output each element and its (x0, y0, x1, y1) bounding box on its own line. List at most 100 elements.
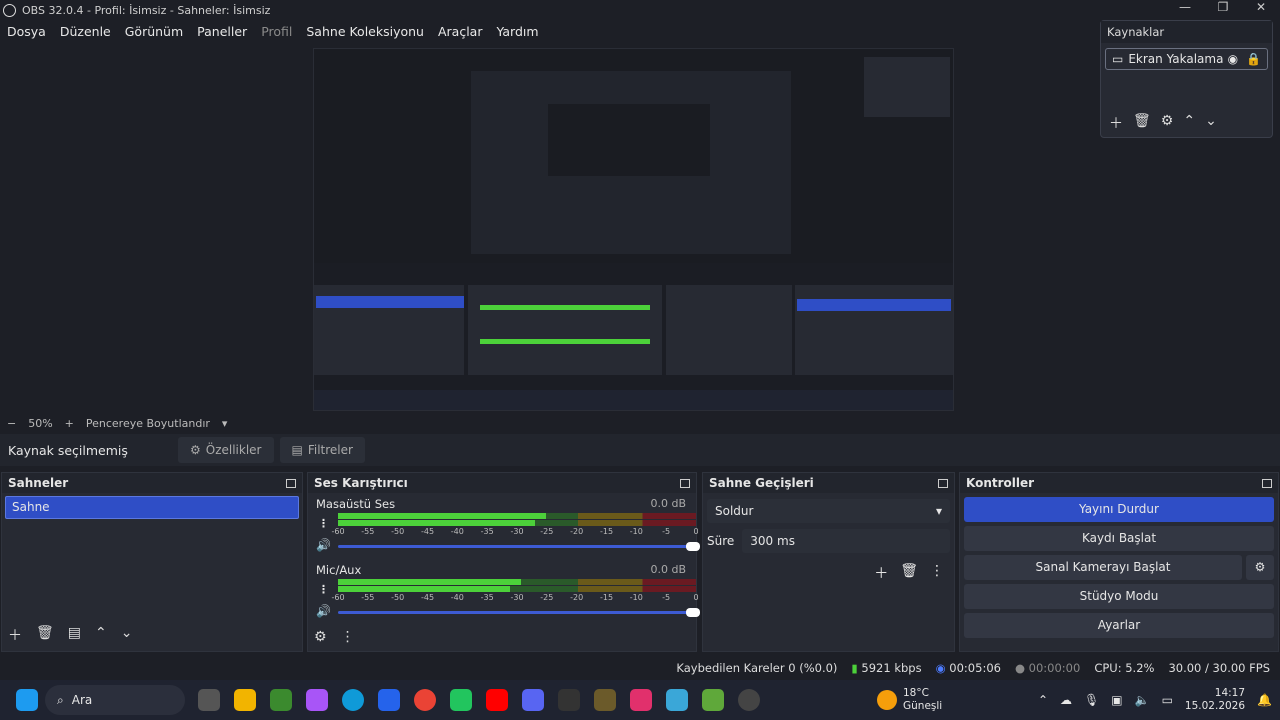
level-meter (338, 586, 696, 592)
undock-icon[interactable] (938, 478, 948, 488)
visibility-eye-icon[interactable]: ◉ (1228, 52, 1238, 66)
chevron-down-icon[interactable]: ▾ (222, 417, 228, 430)
task-view-icon[interactable] (198, 689, 220, 711)
close-button[interactable]: ✕ (1242, 0, 1280, 14)
kick-icon[interactable] (450, 689, 472, 711)
minimize-button[interactable]: — (1166, 0, 1204, 14)
scene-transitions-dock: Sahne Geçişleri Soldur ▾ Süre 300 ms ＋ 🗑 ⋮ (702, 472, 955, 652)
speaker-icon[interactable]: 🔊 (316, 604, 331, 618)
network-icon[interactable]: ▣ (1111, 693, 1122, 707)
maximize-button[interactable]: ❐ (1204, 0, 1242, 14)
move-down-icon[interactable]: ⌄ (1205, 113, 1217, 133)
menu-scene-collection[interactable]: Sahne Koleksiyonu (306, 24, 424, 39)
move-down-icon[interactable]: ⌄ (121, 625, 133, 645)
preview-canvas[interactable] (313, 48, 954, 411)
start-recording-button[interactable]: Kaydı Başlat (964, 526, 1274, 551)
duration-input[interactable]: 300 ms (742, 529, 950, 553)
start-virtual-camera-button[interactable]: Sanal Kamerayı Başlat (964, 555, 1242, 580)
scale-tick-label: -30 (510, 527, 524, 536)
source-settings-gear-icon[interactable]: ⚙ (1161, 113, 1174, 133)
chrome-icon[interactable] (414, 689, 436, 711)
terminal-icon[interactable] (558, 689, 580, 711)
menu-profile[interactable]: Profil (261, 24, 292, 39)
taskbar-search[interactable]: ⌕ Ara (45, 685, 185, 715)
undock-icon[interactable] (680, 478, 690, 488)
channel-menu-icon[interactable]: ⋮ (318, 583, 329, 596)
windows-start-icon[interactable] (16, 689, 38, 711)
window-title: OBS 32.0.4 - Profil: İsimsiz - Sahneler:… (22, 3, 271, 17)
channel-menu-icon[interactable]: ⋮ (318, 517, 329, 530)
advanced-audio-gear-icon[interactable]: ⚙ (314, 629, 327, 645)
sources-title: Kaynaklar (1101, 21, 1272, 43)
cloud-icon[interactable]: ☁ (1060, 693, 1072, 707)
lock-icon[interactable]: 🔒 (1246, 52, 1261, 66)
undock-icon[interactable] (1262, 478, 1272, 488)
chevron-up-icon[interactable]: ⌃ (1038, 693, 1048, 707)
discord-icon[interactable] (522, 689, 544, 711)
bitrate-value: 5921 kbps (861, 661, 922, 675)
menu-view[interactable]: Görünüm (125, 24, 183, 39)
move-up-icon[interactable]: ⌃ (95, 625, 107, 645)
settings-button[interactable]: Ayarlar (964, 613, 1274, 638)
monitor-icon: ▭ (1112, 52, 1124, 66)
add-source-icon[interactable]: ＋ (1109, 113, 1123, 133)
menu-file[interactable]: Dosya (7, 24, 46, 39)
add-transition-icon[interactable]: ＋ (874, 563, 888, 583)
volume-icon[interactable]: 🔈 (1135, 693, 1150, 707)
edge-icon[interactable] (342, 689, 364, 711)
scale-tick-label: 0 (693, 593, 699, 602)
battery-icon[interactable]: ▭ (1162, 693, 1173, 707)
copilot-icon[interactable] (306, 689, 328, 711)
transition-type-dropdown[interactable]: Soldur ▾ (707, 499, 950, 523)
instagram-icon[interactable] (630, 689, 652, 711)
obs-taskbar-icon[interactable] (738, 689, 760, 711)
slider-knob[interactable] (686, 542, 700, 551)
scene-item[interactable]: Sahne (5, 496, 299, 519)
level-meter (338, 579, 696, 585)
remove-source-icon[interactable]: 🗑 (1133, 113, 1151, 133)
youtube-icon[interactable] (486, 689, 508, 711)
stop-stream-button[interactable]: Yayını Durdur (964, 497, 1274, 522)
remove-scene-icon[interactable]: 🗑 (36, 625, 54, 645)
channel-name: Masaüstü Ses (316, 497, 396, 511)
undock-icon[interactable] (286, 478, 296, 488)
mixer-menu-icon[interactable]: ⋮ (341, 629, 355, 645)
vcam-settings-gear-icon[interactable]: ⚙ (1246, 555, 1274, 580)
speaker-icon[interactable]: 🔊 (316, 538, 331, 552)
filters-button[interactable]: ▤ Filtreler (279, 437, 365, 463)
notifications-icon[interactable]: 🔔 (1257, 693, 1272, 707)
zoom-out-button[interactable]: − (7, 417, 16, 430)
properties-button[interactable]: ⚙ Özellikler (178, 437, 274, 463)
transition-menu-icon[interactable]: ⋮ (930, 563, 944, 583)
game-icon[interactable] (594, 689, 616, 711)
source-item[interactable]: ▭ Ekran Yakalama ◉ 🔒 (1105, 48, 1268, 70)
zoom-mode-dropdown[interactable]: Pencereye Boyutlandır (86, 417, 210, 430)
remove-transition-icon[interactable]: 🗑 (900, 563, 918, 583)
app-icon[interactable] (666, 689, 688, 711)
clock[interactable]: 14:17 15.02.2026 (1185, 687, 1245, 713)
weather-widget[interactable]: 18°C Güneşli (877, 687, 942, 713)
search-label: Ara (71, 693, 93, 707)
file-explorer-icon[interactable] (234, 689, 256, 711)
microphone-icon[interactable]: 🎙 (1084, 693, 1099, 707)
scene-filters-icon[interactable]: ▤ (68, 625, 81, 645)
scale-tick-label: -25 (540, 527, 554, 536)
store-icon[interactable] (378, 689, 400, 711)
menu-edit[interactable]: Düzenle (60, 24, 111, 39)
search-icon: ⌕ (57, 692, 64, 707)
move-up-icon[interactable]: ⌃ (1183, 113, 1195, 133)
add-scene-icon[interactable]: ＋ (8, 625, 22, 645)
volume-slider[interactable] (338, 542, 700, 551)
minecraft-icon[interactable] (270, 689, 292, 711)
menu-help[interactable]: Yardım (496, 24, 538, 39)
minecraft-launcher-icon[interactable] (702, 689, 724, 711)
scale-tick-label: -25 (540, 593, 554, 602)
zoom-in-button[interactable]: + (65, 417, 74, 430)
mixer-channel: Masaüstü Ses 0.0 dB ⋮ -60 -55 -50 -45 -40 -35… (316, 497, 700, 561)
scale-tick-label: -10 (629, 593, 643, 602)
studio-mode-button[interactable]: Stüdyo Modu (964, 584, 1274, 609)
volume-slider[interactable] (338, 608, 700, 617)
menu-tools[interactable]: Araçlar (438, 24, 483, 39)
slider-knob[interactable] (686, 608, 700, 617)
menu-docks[interactable]: Paneller (197, 24, 247, 39)
